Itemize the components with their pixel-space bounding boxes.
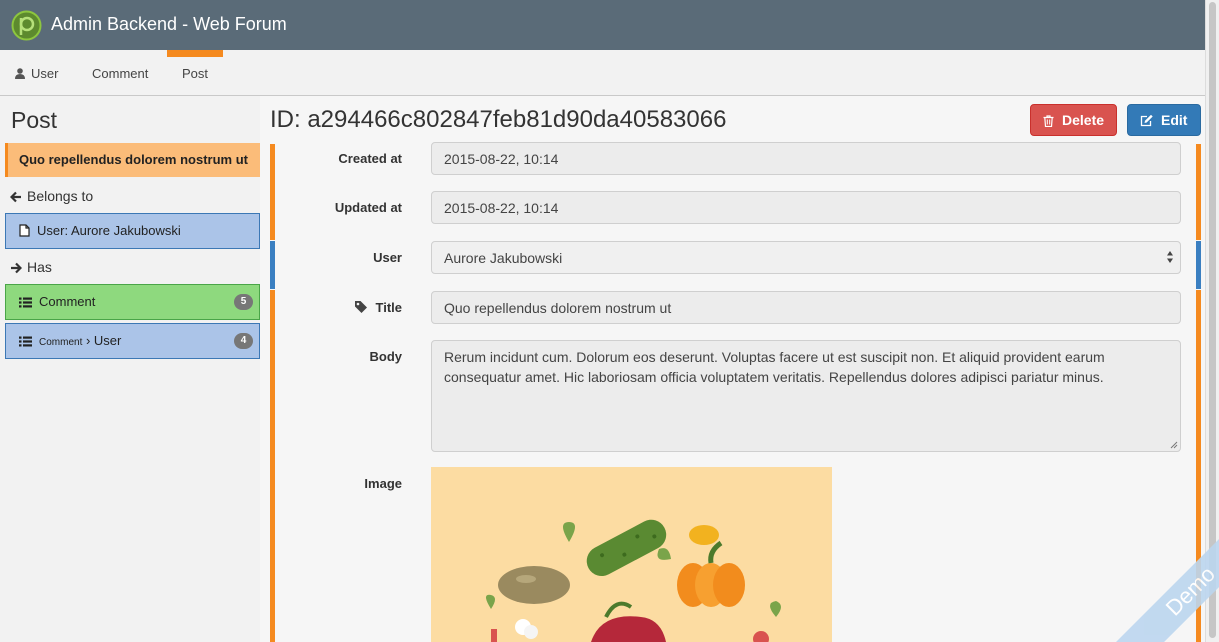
field-marker-left xyxy=(270,144,275,240)
relation-user[interactable]: User: Aurore Jakubowski xyxy=(5,213,260,249)
comment-user-count-badge: 4 xyxy=(234,333,253,349)
image-label: Image xyxy=(364,476,402,491)
relation-user-label: User: Aurore Jakubowski xyxy=(37,223,181,238)
created-at-field: 2015-08-22, 10:14 xyxy=(431,142,1181,175)
nav-item-user-label: User xyxy=(31,66,59,81)
vegetables-illustration xyxy=(486,519,781,642)
sidebar: Post Quo repellendus dolorem nostrum ut … xyxy=(0,96,269,642)
tag-icon xyxy=(354,301,367,313)
chevron-right-icon: › xyxy=(82,333,94,348)
has-heading: Has xyxy=(10,259,52,275)
document-icon xyxy=(19,224,30,237)
list-icon xyxy=(19,336,32,347)
trash-icon xyxy=(1043,115,1054,128)
relation-path-prefix: Comment xyxy=(39,337,83,348)
user-icon xyxy=(15,68,25,79)
arrow-right-icon xyxy=(11,262,23,274)
page-title: ID: a294466c802847feb81d90da40583066 xyxy=(270,106,727,133)
nav-item-user[interactable]: User xyxy=(15,50,58,96)
body-text: Rerum incidunt cum. Dolorum eos deserunt… xyxy=(444,349,1105,385)
edit-icon xyxy=(1140,114,1153,127)
user-select-value: Aurore Jakubowski xyxy=(444,250,563,266)
list-icon xyxy=(19,297,32,308)
arrow-left-icon xyxy=(9,191,21,203)
relation-comment-user-label: User xyxy=(93,333,122,348)
app-header: Admin Backend - Web Forum xyxy=(0,0,1205,50)
select-arrows-icon xyxy=(1167,251,1173,263)
body-textarea[interactable]: Rerum incidunt cum. Dolorum eos deserunt… xyxy=(431,340,1181,452)
body-label: Body xyxy=(369,349,403,364)
field-marker-left xyxy=(270,241,275,289)
relation-comment-label: Comment xyxy=(39,294,96,309)
title-label-text: Title xyxy=(375,300,403,315)
main-nav: User Comment Post xyxy=(0,50,1205,96)
relation-comment-user[interactable]: Comment › User 4 xyxy=(5,323,260,359)
nav-item-comment[interactable]: Comment xyxy=(92,50,148,96)
comment-count-badge: 5 xyxy=(234,294,253,310)
relation-comment[interactable]: Comment 5 xyxy=(5,284,260,320)
nav-item-post[interactable]: Post xyxy=(167,50,223,96)
belongs-to-heading: Belongs to xyxy=(9,188,94,204)
delete-button-label: Delete xyxy=(1062,112,1105,128)
edit-button[interactable]: Edit xyxy=(1127,104,1201,136)
app-title[interactable]: Admin Backend - Web Forum xyxy=(51,14,287,35)
title-field: Quo repellendus dolorem nostrum ut xyxy=(431,291,1181,324)
user-label: User xyxy=(373,250,402,265)
updated-at-label: Updated at xyxy=(334,200,402,215)
user-select[interactable]: Aurore Jakubowski xyxy=(431,241,1181,274)
resize-grip-icon[interactable] xyxy=(1170,441,1178,449)
post-image xyxy=(431,467,832,642)
app-logo-icon[interactable] xyxy=(11,10,42,41)
record-detail: ID: a294466c802847feb81d90da40583066 Del… xyxy=(260,96,1205,642)
belongs-to-heading-label: Belongs to xyxy=(27,188,94,204)
has-heading-label: Has xyxy=(27,259,52,275)
field-marker-right xyxy=(1196,241,1201,289)
sidebar-title: Post xyxy=(11,107,58,133)
field-marker-right xyxy=(1196,144,1201,240)
title-label: Title xyxy=(354,300,403,315)
current-record-item[interactable]: Quo repellendus dolorem nostrum ut xyxy=(5,143,269,177)
created-at-label: Created at xyxy=(338,151,402,166)
delete-button[interactable]: Delete xyxy=(1030,104,1117,136)
field-marker-left xyxy=(270,290,275,642)
edit-button-label: Edit xyxy=(1161,112,1188,128)
updated-at-field: 2015-08-22, 10:14 xyxy=(431,191,1181,224)
